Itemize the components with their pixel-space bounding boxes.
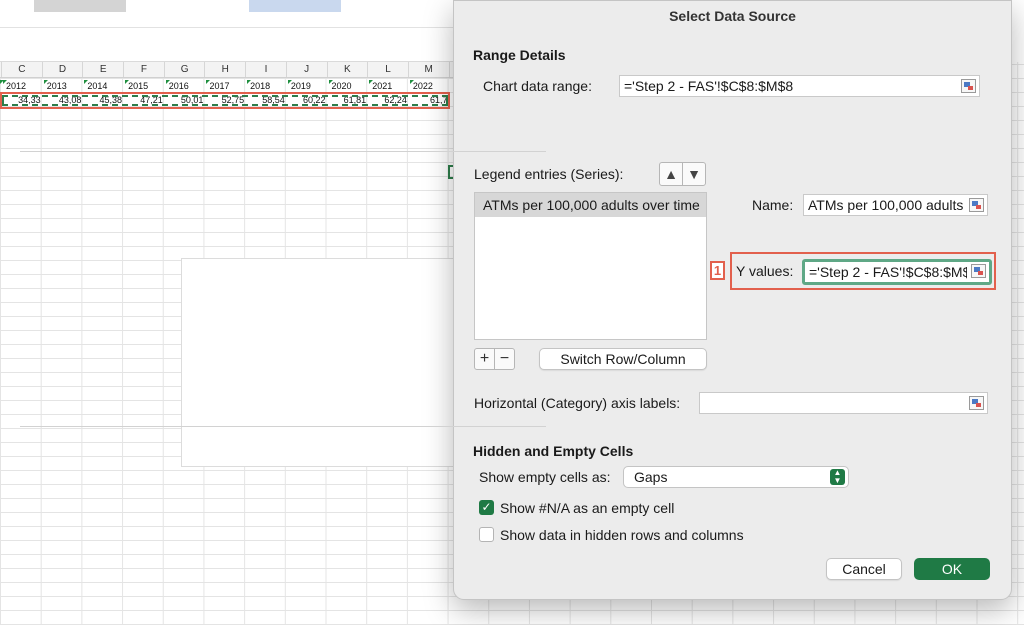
column-header[interactable]: M [409, 62, 450, 77]
series-name-value: ATMs per 100,000 adults [808, 197, 964, 213]
year-cell[interactable]: 2013 [43, 80, 85, 93]
spreadsheet-toolbar [0, 0, 460, 28]
y-values-value: ='Step 2 - FAS'!$C$8:$M$8 [809, 264, 967, 280]
column-header[interactable]: D [43, 62, 84, 77]
separator [20, 151, 546, 152]
value-cell[interactable]: 60,22 [288, 94, 329, 107]
y-values-input[interactable]: ='Step 2 - FAS'!$C$8:$M$8 [802, 259, 992, 285]
column-header[interactable]: J [287, 62, 328, 77]
value-cell[interactable]: 61,7 [410, 94, 451, 107]
toolbar-tab-active[interactable] [249, 0, 341, 12]
value-cell[interactable]: 50,01 [166, 94, 207, 107]
legend-entries-label: Legend entries (Series): [474, 166, 624, 182]
series-name-label: Name: [752, 197, 794, 213]
chart-data-range-input[interactable]: ='Step 2 - FAS'!$C$8:$M$8 [619, 75, 980, 97]
screen: C D E F G H I J K L M 2012 2013 2014 201… [0, 0, 1024, 625]
category-axis-input[interactable] [699, 392, 988, 414]
formula-bar-area [0, 28, 460, 62]
show-na-label: Show #N/A as an empty cell [500, 500, 675, 516]
series-name-input[interactable]: ATMs per 100,000 adults [803, 194, 988, 216]
annotation-badge-1: 1 [710, 261, 725, 280]
switch-row-column-button[interactable]: Switch Row/Column [539, 348, 707, 370]
range-picker-icon[interactable] [971, 264, 986, 278]
show-empty-cells-label: Show empty cells as: [479, 469, 611, 485]
year-cell[interactable]: 2019 [287, 80, 329, 93]
chart-data-range-value: ='Step 2 - FAS'!$C$8:$M$8 [624, 78, 794, 94]
series-order-buttons: ▲ ▼ [659, 162, 706, 186]
value-cell[interactable]: 62,24 [369, 94, 410, 107]
value-cell[interactable]: 61,81 [329, 94, 370, 107]
column-header[interactable]: K [328, 62, 369, 77]
chart-placeholder[interactable] [181, 258, 461, 467]
column-header[interactable]: F [124, 62, 165, 77]
year-row: 2012 2013 2014 2015 2016 2017 2018 2019 … [0, 80, 460, 93]
add-series-button[interactable]: + [475, 349, 495, 369]
separator [20, 426, 546, 427]
range-picker-icon[interactable] [969, 198, 984, 212]
value-cell[interactable]: 43,08 [44, 94, 85, 107]
category-axis-label: Horizontal (Category) axis labels: [474, 395, 681, 411]
dialog-title: Select Data Source [669, 8, 796, 24]
hidden-empty-heading: Hidden and Empty Cells [473, 443, 634, 459]
series-list[interactable]: ATMs per 100,000 adults over time [474, 192, 707, 340]
column-header[interactable]: L [368, 62, 409, 77]
value-cell[interactable]: 45,38 [84, 94, 125, 107]
value-row: 1 34,33 43,08 45,38 47,21 50,01 52,75 58… [0, 94, 460, 107]
chart-data-range-label: Chart data range: [483, 78, 592, 94]
arrow-up-icon[interactable]: ▲ [660, 163, 683, 185]
toolbar-tab-inactive[interactable] [34, 0, 126, 12]
show-hidden-data-checkbox[interactable] [479, 527, 494, 542]
range-picker-icon[interactable] [961, 79, 976, 93]
show-hidden-data-label: Show data in hidden rows and columns [500, 527, 744, 543]
column-header[interactable]: H [205, 62, 247, 77]
chevron-updown-icon: ▲ ▼ [830, 469, 845, 485]
y-values-label: Y values: [736, 263, 794, 279]
show-empty-cells-select[interactable]: Gaps ▲ ▼ [623, 466, 849, 488]
year-cell[interactable]: 2016 [165, 80, 207, 93]
year-cell[interactable]: 2012 [3, 80, 44, 93]
cancel-button[interactable]: Cancel [826, 558, 902, 580]
year-cell[interactable]: 2020 [328, 80, 370, 93]
column-header[interactable]: I [246, 62, 287, 77]
column-header[interactable]: C [2, 62, 43, 77]
value-cell[interactable]: 34,33 [3, 94, 44, 107]
show-empty-cells-value: Gaps [634, 469, 668, 485]
remove-series-button[interactable]: − [495, 349, 514, 369]
value-cell[interactable]: 58,54 [247, 94, 288, 107]
year-cell[interactable]: 2018 [247, 80, 288, 93]
series-list-item[interactable]: ATMs per 100,000 adults over time [475, 193, 706, 217]
year-cell[interactable]: 2014 [84, 80, 125, 93]
year-cell[interactable]: 2017 [206, 80, 247, 93]
column-header[interactable]: G [165, 62, 206, 77]
arrow-down-icon[interactable]: ▼ [683, 163, 705, 185]
year-cell[interactable]: 2015 [125, 80, 166, 93]
column-header-row: C D E F G H I J K L M [0, 62, 460, 78]
range-picker-icon[interactable] [969, 396, 984, 410]
value-cell[interactable]: 52,75 [206, 94, 247, 107]
ok-button[interactable]: OK [914, 558, 990, 580]
year-cell[interactable]: 2022 [409, 80, 451, 93]
show-na-checkbox[interactable]: ✓ [479, 500, 494, 515]
range-details-heading: Range Details [473, 47, 566, 63]
add-remove-series: + − [474, 348, 515, 370]
value-cell[interactable]: 47,21 [125, 94, 166, 107]
column-header[interactable]: E [83, 62, 125, 77]
year-cell[interactable]: 2021 [369, 80, 410, 93]
